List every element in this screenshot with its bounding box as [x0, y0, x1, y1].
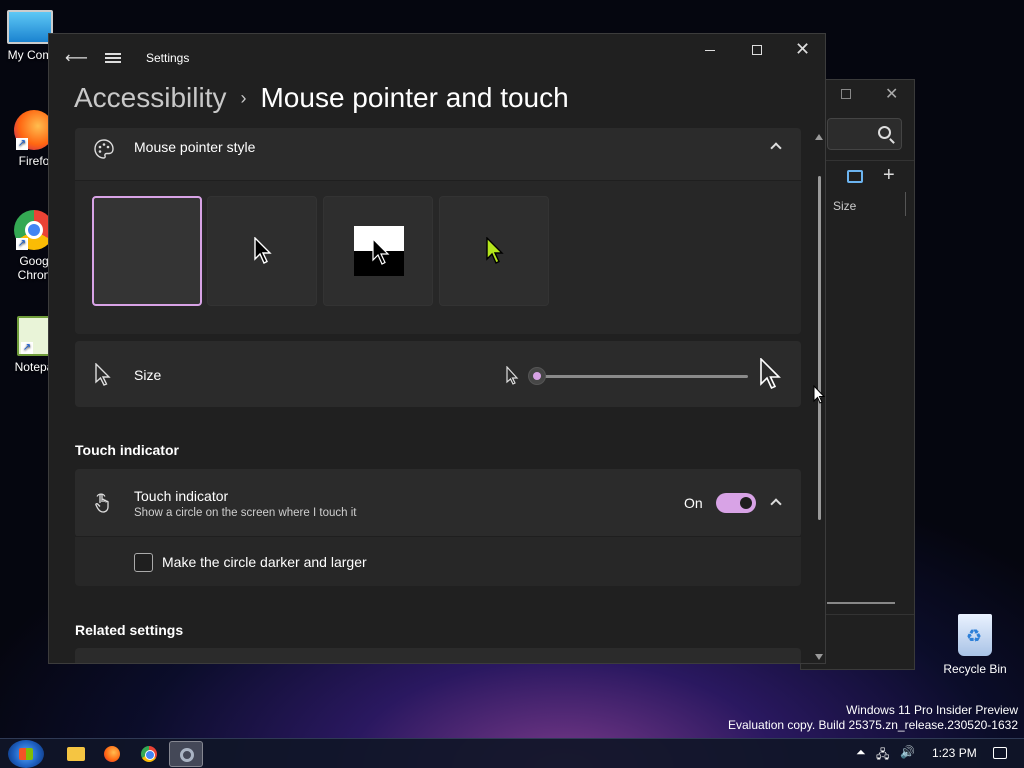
toggle-state-label: On [684, 495, 703, 511]
darker-larger-checkbox[interactable] [134, 553, 153, 572]
minimize-icon[interactable] [705, 50, 715, 51]
desktop-icon-label-line2: Chron [17, 268, 51, 282]
firefox-icon [104, 746, 120, 762]
network-icon[interactable]: 🖧 [876, 745, 889, 766]
desktop-icon-label-line1: Goog [19, 254, 49, 268]
back-arrow-icon[interactable]: ⟵ [65, 48, 88, 68]
touch-indicator-description: Show a circle on the screen where I touc… [134, 507, 357, 519]
touch-hand-icon [95, 493, 109, 513]
taskbar-settings[interactable] [169, 741, 203, 767]
taskbar-firefox[interactable] [95, 741, 129, 767]
custom-color-pointer-icon [486, 237, 504, 264]
inverted-pointer-icon [372, 238, 390, 265]
related-settings-card[interactable] [75, 648, 801, 663]
size-slider-track[interactable] [536, 375, 748, 378]
close-icon[interactable]: ✕ [885, 84, 898, 104]
desktop-icon-label: Firefo [18, 154, 50, 168]
mouse-pointer-style-card: Mouse pointer style [75, 128, 801, 334]
large-pointer-icon [760, 358, 781, 390]
title-bar: ⟵ Settings ✕ [49, 34, 825, 82]
maximize-icon[interactable] [841, 89, 851, 99]
darker-larger-label[interactable]: Make the circle darker and larger [162, 554, 367, 570]
app-title: Settings [146, 51, 190, 65]
taskbar-clock[interactable]: 1:23 PM [932, 746, 977, 760]
notification-icon[interactable] [993, 747, 1007, 759]
details-pane-icon[interactable] [847, 170, 863, 183]
scroll-thumb[interactable] [818, 176, 821, 520]
page-title: Mouse pointer and touch [260, 82, 569, 113]
watermark-line1: Windows 11 Pro Insider Preview [846, 703, 1018, 717]
horizontal-scrollbar[interactable] [827, 602, 895, 604]
monitor-icon [7, 10, 53, 44]
recycle-bin-icon [958, 614, 992, 656]
small-pointer-icon [506, 366, 519, 385]
chevron-right-icon: › [240, 87, 247, 108]
search-box[interactable] [827, 118, 902, 150]
palette-icon [94, 139, 114, 159]
close-icon[interactable]: ✕ [795, 39, 810, 60]
black-pointer-icon [254, 237, 272, 264]
recycle-bin-label: Recycle Bin [943, 662, 1007, 676]
related-settings-title: Related settings [75, 622, 184, 638]
gear-icon [180, 748, 194, 762]
pointer-style-custom[interactable] [439, 196, 549, 306]
touch-indicator-toggle[interactable] [716, 493, 756, 513]
column-divider [905, 192, 906, 216]
mouse-pointer-style-label: Mouse pointer style [134, 139, 256, 155]
watermark-line2: Evaluation copy. Build 25375.zn_release.… [728, 718, 1018, 732]
shortcut-arrow-icon: ↗ [16, 138, 28, 150]
column-header-size[interactable]: Size [833, 199, 856, 213]
breadcrumb: Accessibility › Mouse pointer and touch [74, 82, 569, 114]
desktop-icon-label: My Com [7, 48, 53, 62]
breadcrumb-accessibility[interactable]: Accessibility [74, 82, 226, 114]
chrome-icon [141, 746, 157, 762]
hamburger-menu-icon[interactable] [105, 53, 121, 63]
pointer-style-options [75, 181, 801, 334]
chevron-up-icon[interactable] [770, 142, 782, 154]
settings-window: ⟵ Settings ✕ Accessibility › Mouse point… [48, 33, 826, 664]
size-label: Size [134, 367, 162, 383]
search-icon [878, 126, 891, 139]
shortcut-arrow-icon: ↗ [21, 342, 33, 354]
touch-indicator-card[interactable]: Touch indicator Show a circle on the scr… [75, 469, 801, 537]
pointer-style-white[interactable] [92, 196, 202, 306]
chevron-up-icon[interactable] [770, 498, 782, 510]
touch-indicator-label: Touch indicator [134, 488, 229, 504]
scroll-up-icon[interactable] [815, 134, 823, 140]
taskbar: ⏶ 🖧 🔊 1:23 PM [0, 738, 1024, 768]
pointer-style-inverted[interactable] [323, 196, 433, 306]
maximize-icon[interactable] [752, 45, 762, 55]
volume-icon[interactable]: 🔊 [900, 745, 915, 759]
pointer-style-black[interactable] [207, 196, 317, 306]
desktop-icon-recycle-bin[interactable]: Recycle Bin [940, 614, 1010, 676]
size-slider-thumb[interactable] [528, 367, 546, 385]
touch-indicator-section-title: Touch indicator [75, 442, 179, 458]
touch-indicator-options: Make the circle darker and larger [75, 537, 801, 586]
notepad-icon: ↗ [17, 316, 51, 356]
scroll-down-icon[interactable] [815, 654, 823, 660]
pointer-outline-icon [95, 363, 111, 386]
plus-icon[interactable]: + [883, 164, 895, 187]
show-hidden-icons[interactable]: ⏶ [856, 745, 866, 760]
shortcut-arrow-icon: ↗ [16, 238, 28, 250]
size-card: Size [75, 341, 801, 407]
taskbar-chrome[interactable] [132, 741, 166, 767]
mouse-cursor-icon [813, 385, 826, 404]
os-watermark: Windows 11 Pro Insider Preview Evaluatio… [728, 703, 1018, 733]
folder-icon [67, 747, 85, 761]
mouse-pointer-style-header[interactable]: Mouse pointer style [75, 128, 801, 180]
start-button[interactable] [8, 740, 44, 768]
taskbar-file-explorer[interactable] [58, 741, 92, 767]
